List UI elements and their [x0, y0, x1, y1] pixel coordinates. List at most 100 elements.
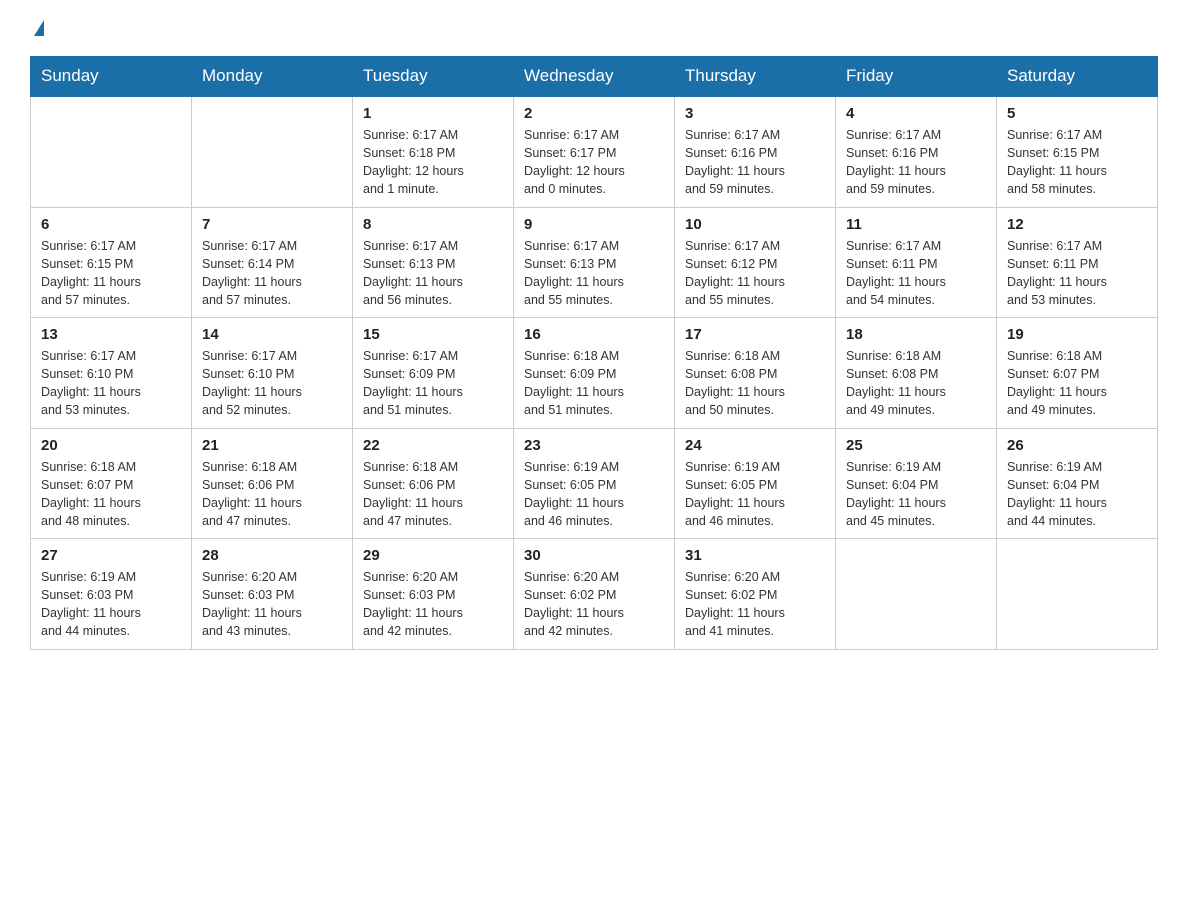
day-number: 4 — [846, 105, 986, 122]
calendar-header-row: SundayMondayTuesdayWednesdayThursdayFrid… — [31, 56, 1158, 97]
day-header-saturday: Saturday — [997, 56, 1158, 97]
day-header-wednesday: Wednesday — [514, 56, 675, 97]
day-number: 23 — [524, 437, 664, 454]
day-number: 6 — [41, 216, 181, 233]
calendar-cell: 24 Sunrise: 6:19 AMSunset: 6:05 PMDayligh… — [675, 428, 836, 539]
day-number: 8 — [363, 216, 503, 233]
calendar-cell: 22Sunrise: 6:18 AMSunset: 6:06 PMDayligh… — [353, 428, 514, 539]
calendar-cell: 15 Sunrise: 6:17 AMSunset: 6:09 PMDayligh… — [353, 318, 514, 429]
calendar-cell: 16 Sunrise: 6:18 AMSunset: 6:09 PMDayligh… — [514, 318, 675, 429]
day-number: 22 — [363, 437, 503, 454]
day-info: Sunrise: 6:17 AMSunset: 6:09 PMDaylight:… — [363, 347, 503, 420]
day-info: Sunrise: 6:17 AMSunset: 6:18 PMDaylight:… — [363, 126, 503, 199]
day-info: Sunrise: 6:18 AMSunset: 6:07 PMDaylight:… — [41, 458, 181, 531]
day-number: 25 — [846, 437, 986, 454]
day-info: Sunrise: 6:20 AMSunset: 6:03 PMDaylight:… — [363, 568, 503, 641]
page-header — [30, 20, 1158, 36]
day-info: Sunrise: 6:17 AMSunset: 6:13 PMDaylight:… — [524, 237, 664, 310]
calendar-week-row: 20 Sunrise: 6:18 AMSunset: 6:07 PMDayligh… — [31, 428, 1158, 539]
day-header-friday: Friday — [836, 56, 997, 97]
calendar-cell: 7 Sunrise: 6:17 AMSunset: 6:14 PMDaylight… — [192, 207, 353, 318]
day-number: 9 — [524, 216, 664, 233]
calendar-cell: 25Sunrise: 6:19 AMSunset: 6:04 PMDayligh… — [836, 428, 997, 539]
day-info: Sunrise: 6:17 AMSunset: 6:15 PMDaylight:… — [1007, 126, 1147, 199]
calendar-cell: 29 Sunrise: 6:20 AMSunset: 6:03 PMDayligh… — [353, 539, 514, 650]
day-number: 30 — [524, 547, 664, 564]
day-number: 27 — [41, 547, 181, 564]
day-info: Sunrise: 6:19 AMSunset: 6:05 PMDaylight:… — [685, 458, 825, 531]
day-number: 18 — [846, 326, 986, 343]
logo — [30, 20, 44, 36]
calendar-week-row: 6Sunrise: 6:17 AMSunset: 6:15 PMDaylight… — [31, 207, 1158, 318]
calendar-cell: 4Sunrise: 6:17 AMSunset: 6:16 PMDaylight… — [836, 97, 997, 208]
calendar-cell: 13 Sunrise: 6:17 AMSunset: 6:10 PMDayligh… — [31, 318, 192, 429]
day-number: 16 — [524, 326, 664, 343]
calendar-cell: 18 Sunrise: 6:18 AMSunset: 6:08 PMDayligh… — [836, 318, 997, 429]
calendar-cell: 5 Sunrise: 6:17 AMSunset: 6:15 PMDaylight… — [997, 97, 1158, 208]
day-info: Sunrise: 6:17 AMSunset: 6:14 PMDaylight:… — [202, 237, 342, 310]
day-number: 7 — [202, 216, 342, 233]
day-info: Sunrise: 6:17 AMSunset: 6:10 PMDaylight:… — [41, 347, 181, 420]
calendar-cell: 30 Sunrise: 6:20 AMSunset: 6:02 PMDayligh… — [514, 539, 675, 650]
calendar-table: SundayMondayTuesdayWednesdayThursdayFrid… — [30, 56, 1158, 650]
calendar-cell: 11 Sunrise: 6:17 AMSunset: 6:11 PMDayligh… — [836, 207, 997, 318]
day-number: 19 — [1007, 326, 1147, 343]
day-number: 13 — [41, 326, 181, 343]
day-number: 26 — [1007, 437, 1147, 454]
calendar-cell: 21 Sunrise: 6:18 AMSunset: 6:06 PMDayligh… — [192, 428, 353, 539]
day-header-monday: Monday — [192, 56, 353, 97]
day-number: 24 — [685, 437, 825, 454]
day-number: 1 — [363, 105, 503, 122]
day-info: Sunrise: 6:18 AMSunset: 6:09 PMDaylight:… — [524, 347, 664, 420]
day-info: Sunrise: 6:19 AMSunset: 6:03 PMDaylight:… — [41, 568, 181, 641]
day-number: 12 — [1007, 216, 1147, 233]
calendar-cell: 12 Sunrise: 6:17 AMSunset: 6:11 PMDayligh… — [997, 207, 1158, 318]
day-info: Sunrise: 6:17 AMSunset: 6:16 PMDaylight:… — [685, 126, 825, 199]
day-number: 2 — [524, 105, 664, 122]
day-number: 15 — [363, 326, 503, 343]
calendar-cell — [31, 97, 192, 208]
day-number: 20 — [41, 437, 181, 454]
calendar-cell: 14Sunrise: 6:17 AMSunset: 6:10 PMDayligh… — [192, 318, 353, 429]
day-number: 5 — [1007, 105, 1147, 122]
day-info: Sunrise: 6:18 AMSunset: 6:08 PMDaylight:… — [846, 347, 986, 420]
calendar-cell: 17Sunrise: 6:18 AMSunset: 6:08 PMDayligh… — [675, 318, 836, 429]
day-number: 28 — [202, 547, 342, 564]
day-number: 10 — [685, 216, 825, 233]
calendar-week-row: 13 Sunrise: 6:17 AMSunset: 6:10 PMDayligh… — [31, 318, 1158, 429]
calendar-cell — [836, 539, 997, 650]
calendar-cell: 20 Sunrise: 6:18 AMSunset: 6:07 PMDayligh… — [31, 428, 192, 539]
day-info: Sunrise: 6:20 AMSunset: 6:02 PMDaylight:… — [524, 568, 664, 641]
day-header-sunday: Sunday — [31, 56, 192, 97]
calendar-cell: 10 Sunrise: 6:17 AMSunset: 6:12 PMDayligh… — [675, 207, 836, 318]
day-info: Sunrise: 6:17 AMSunset: 6:11 PMDaylight:… — [1007, 237, 1147, 310]
calendar-cell: 31Sunrise: 6:20 AMSunset: 6:02 PMDayligh… — [675, 539, 836, 650]
calendar-cell: 8Sunrise: 6:17 AMSunset: 6:13 PMDaylight… — [353, 207, 514, 318]
calendar-week-row: 1 Sunrise: 6:17 AMSunset: 6:18 PMDaylight… — [31, 97, 1158, 208]
calendar-cell: 3Sunrise: 6:17 AMSunset: 6:16 PMDaylight… — [675, 97, 836, 208]
day-info: Sunrise: 6:17 AMSunset: 6:12 PMDaylight:… — [685, 237, 825, 310]
day-info: Sunrise: 6:20 AMSunset: 6:02 PMDaylight:… — [685, 568, 825, 641]
day-info: Sunrise: 6:17 AMSunset: 6:11 PMDaylight:… — [846, 237, 986, 310]
day-number: 29 — [363, 547, 503, 564]
day-number: 11 — [846, 216, 986, 233]
day-info: Sunrise: 6:18 AMSunset: 6:07 PMDaylight:… — [1007, 347, 1147, 420]
calendar-cell: 1 Sunrise: 6:17 AMSunset: 6:18 PMDaylight… — [353, 97, 514, 208]
day-number: 17 — [685, 326, 825, 343]
day-header-thursday: Thursday — [675, 56, 836, 97]
calendar-cell: 9 Sunrise: 6:17 AMSunset: 6:13 PMDaylight… — [514, 207, 675, 318]
calendar-cell: 23 Sunrise: 6:19 AMSunset: 6:05 PMDayligh… — [514, 428, 675, 539]
day-header-tuesday: Tuesday — [353, 56, 514, 97]
day-info: Sunrise: 6:18 AMSunset: 6:06 PMDaylight:… — [202, 458, 342, 531]
calendar-cell: 28Sunrise: 6:20 AMSunset: 6:03 PMDayligh… — [192, 539, 353, 650]
calendar-cell: 26 Sunrise: 6:19 AMSunset: 6:04 PMDayligh… — [997, 428, 1158, 539]
day-info: Sunrise: 6:17 AMSunset: 6:17 PMDaylight:… — [524, 126, 664, 199]
day-info: Sunrise: 6:19 AMSunset: 6:04 PMDaylight:… — [1007, 458, 1147, 531]
calendar-cell: 2 Sunrise: 6:17 AMSunset: 6:17 PMDaylight… — [514, 97, 675, 208]
calendar-cell — [192, 97, 353, 208]
day-number: 21 — [202, 437, 342, 454]
calendar-week-row: 27 Sunrise: 6:19 AMSunset: 6:03 PMDayligh… — [31, 539, 1158, 650]
logo-triangle-icon — [34, 20, 44, 36]
day-info: Sunrise: 6:19 AMSunset: 6:05 PMDaylight:… — [524, 458, 664, 531]
calendar-cell: 19 Sunrise: 6:18 AMSunset: 6:07 PMDayligh… — [997, 318, 1158, 429]
